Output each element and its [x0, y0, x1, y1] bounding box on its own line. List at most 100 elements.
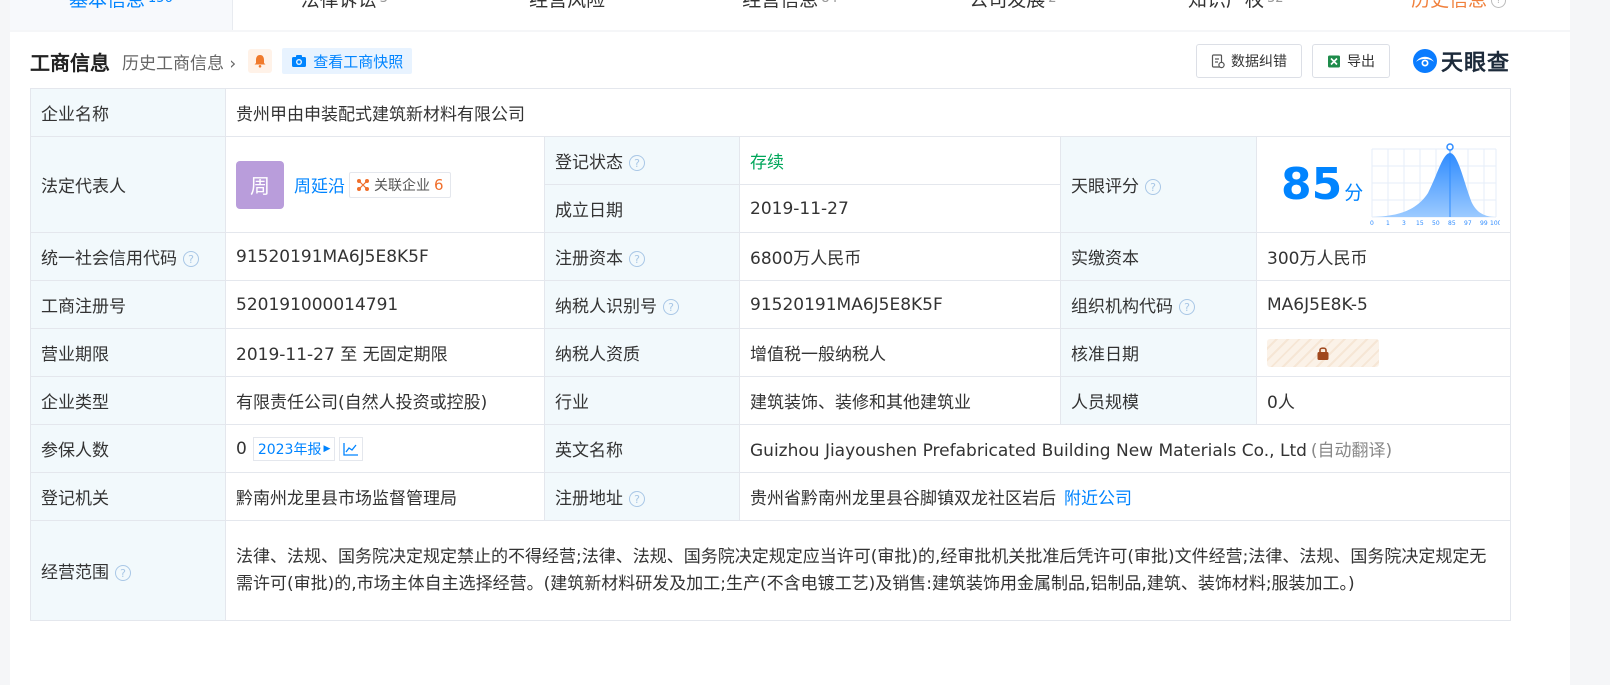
status-badge: 存续 — [750, 153, 784, 173]
chart-tick-label: 3 — [1402, 220, 1406, 227]
staff-size: 0人 — [1256, 376, 1511, 425]
help-icon[interactable]: ? — [1491, 0, 1507, 8]
related-companies-button[interactable]: 关联企业 6 — [349, 171, 451, 198]
table-row: 经营范围? 法律、法规、国务院决定规定禁止的不得经营;法律、法规、国务院决定规定… — [30, 520, 1511, 621]
chevron-right-icon: › — [229, 53, 237, 74]
chart-tick-label: 85 — [1448, 220, 1456, 227]
table-row: 营业期限 2019-11-27 至 无固定期限 纳税人资质 增值税一般纳税人 核… — [30, 328, 1511, 377]
tab-label: 经营信息 — [742, 0, 819, 11]
tab-count: 84 — [821, 0, 838, 6]
table-row: 统一社会信用代码? 91520191MA6J5E8K5F 注册资本? 6800万… — [30, 232, 1511, 281]
tab-count: 2 — [1048, 0, 1056, 6]
score-cell: 85分 0131550859799100 — [1256, 136, 1511, 233]
score-label: 天眼评分 — [1071, 177, 1139, 197]
locked-content[interactable] — [1267, 338, 1379, 367]
business-info-card: 工商信息 历史工商信息 › 查看工商快照 数据纠错 导出 天眼查 企业名称 贵州… — [10, 32, 1570, 685]
org-code-label-cell: 组织机构代码? — [1060, 280, 1257, 329]
address-label: 注册地址 — [555, 489, 623, 509]
tab-ip[interactable]: 知识产权32 — [1124, 0, 1347, 30]
found-date-label: 成立日期 — [544, 184, 740, 233]
table-row: 登记机关 黔南州龙里县市场监督管理局 注册地址? 贵州省黔南州龙里县谷脚镇双龙社… — [30, 472, 1511, 521]
help-icon[interactable]: ? — [183, 251, 199, 267]
help-icon[interactable]: ? — [629, 491, 645, 507]
tianyancha-logo: 天眼查 — [1412, 45, 1510, 77]
related-label: 关联企业 — [374, 177, 430, 194]
export-button[interactable]: 导出 — [1312, 44, 1390, 78]
org-code-label: 组织机构代码 — [1071, 297, 1173, 317]
biz-reg-no-label: 工商注册号 — [30, 280, 226, 329]
reg-authority: 黔南州龙里县市场监督管理局 — [225, 472, 545, 521]
reg-authority-label: 登记机关 — [30, 472, 226, 521]
tab-basic-info[interactable]: 基本信息156 — [10, 0, 233, 30]
history-info-link[interactable]: 历史工商信息 › — [122, 49, 236, 74]
page: 基本信息156 法律诉讼3 经营风险 经营信息84 公司发展2 知识产权32 历… — [0, 0, 1610, 685]
help-icon[interactable]: ? — [629, 251, 645, 267]
company-name: 贵州甲由申装配式建筑新材料有限公司 — [225, 88, 1511, 137]
chart-tick-label: 50 — [1432, 220, 1440, 227]
chart-tick-label: 0 — [1370, 220, 1374, 227]
help-icon[interactable]: ? — [1145, 179, 1161, 195]
en-name-cell: Guizhou Jiayoushen Prefabricated Buildin… — [739, 424, 1511, 473]
trend-chart-button[interactable] — [339, 436, 364, 461]
tab-label: 历史信息 — [1411, 0, 1488, 11]
insured-count: 0 — [236, 438, 247, 459]
scope-label: 经营范围 — [41, 563, 109, 583]
tab-count: 32 — [1267, 0, 1284, 6]
tab-risk[interactable]: 经营风险 — [456, 0, 679, 30]
help-icon[interactable]: ? — [663, 299, 679, 315]
tab-legal[interactable]: 法律诉讼3 — [233, 0, 456, 30]
view-snapshot-button[interactable]: 查看工商快照 — [282, 48, 413, 74]
reg-status-label: 登记状态 — [555, 153, 623, 173]
logo-eye-icon — [1412, 49, 1437, 73]
camera-icon — [292, 55, 307, 67]
org-code: MA6J5E8K-5 — [1256, 280, 1511, 329]
tab-label: 经营风险 — [529, 0, 606, 11]
reg-capital: 6800万人民币 — [739, 232, 1061, 281]
insured-cell: 0 2023年报 ▶ — [225, 424, 545, 473]
help-icon[interactable]: ? — [115, 565, 131, 581]
company-type: 有限责任公司(自然人投资或控股) — [225, 376, 545, 425]
table-row: 企业类型 有限责任公司(自然人投资或控股) 行业 建筑装饰、装修和其他建筑业 人… — [30, 376, 1511, 425]
tab-label: 基本信息 — [69, 0, 146, 11]
data-correction-button[interactable]: 数据纠错 — [1196, 44, 1302, 78]
score-distribution-chart: 0 1 3 15 50 85 97 99100 — [1370, 142, 1500, 227]
avatar[interactable]: 周 — [236, 160, 284, 209]
type-label: 企业类型 — [30, 376, 226, 425]
approve-date-cell — [1256, 328, 1511, 377]
tab-count: 156 — [148, 0, 173, 6]
table-row: 参保人数 0 2023年报 ▶ 英文名称 Guizhou Jiayoushen Pr… — [30, 424, 1511, 473]
taxpayer-qual-label: 纳税人资质 — [544, 328, 740, 377]
export-label: 导出 — [1347, 54, 1375, 70]
taxpayer-id-label: 纳税人识别号 — [555, 297, 657, 317]
score-value: 85 — [1281, 159, 1343, 210]
tab-operation[interactable]: 经营信息84 — [679, 0, 902, 30]
reg-status: 存续 — [739, 136, 1061, 185]
table-row: 工商注册号 520191000014791 纳税人识别号? 91520191MA… — [30, 280, 1511, 329]
chart-tick-label: 100 — [1490, 220, 1500, 227]
term: 2019-11-27 至 无固定期限 — [225, 328, 545, 377]
score-label-cell: 天眼评分? — [1060, 136, 1257, 233]
help-icon[interactable]: ? — [629, 155, 645, 171]
tab-history[interactable]: 历史信息? — [1347, 0, 1570, 30]
business-info-table: 企业名称 贵州甲由申装配式建筑新材料有限公司 法定代表人 周周延沿 关联企业 6 登… — [30, 88, 1511, 621]
annual-report-selector[interactable]: 2023年报 ▶ — [252, 436, 336, 461]
legal-rep-name-link[interactable]: 周延沿 — [294, 177, 345, 197]
document-edit-icon — [1211, 53, 1225, 68]
credit-code-label-cell: 统一社会信用代码? — [30, 232, 226, 281]
taxpayer-id: 91520191MA6J5E8K5F — [739, 280, 1061, 329]
nearby-companies-link[interactable]: 附近公司 — [1064, 489, 1132, 509]
caret-right-icon: ▶ — [323, 443, 331, 454]
tab-development[interactable]: 公司发展2 — [901, 0, 1124, 30]
history-link-label: 历史工商信息 — [122, 53, 224, 74]
en-name: Guizhou Jiayoushen Prefabricated Buildin… — [750, 441, 1307, 461]
related-count: 6 — [434, 175, 444, 194]
business-scope: 法律、法规、国务院决定规定禁止的不得经营;法律、法规、国务院决定规定应当许可(审… — [225, 520, 1511, 621]
score-unit: 分 — [1344, 182, 1364, 204]
tab-count: 3 — [380, 0, 388, 6]
annual-report-label: 2023年报 — [257, 441, 322, 458]
reg-status-label-cell: 登记状态? — [544, 136, 740, 185]
excel-icon — [1328, 55, 1340, 67]
auto-translate-note: (自动翻译) — [1310, 441, 1393, 461]
help-icon[interactable]: ? — [1179, 299, 1195, 315]
bell-icon[interactable] — [248, 49, 273, 73]
